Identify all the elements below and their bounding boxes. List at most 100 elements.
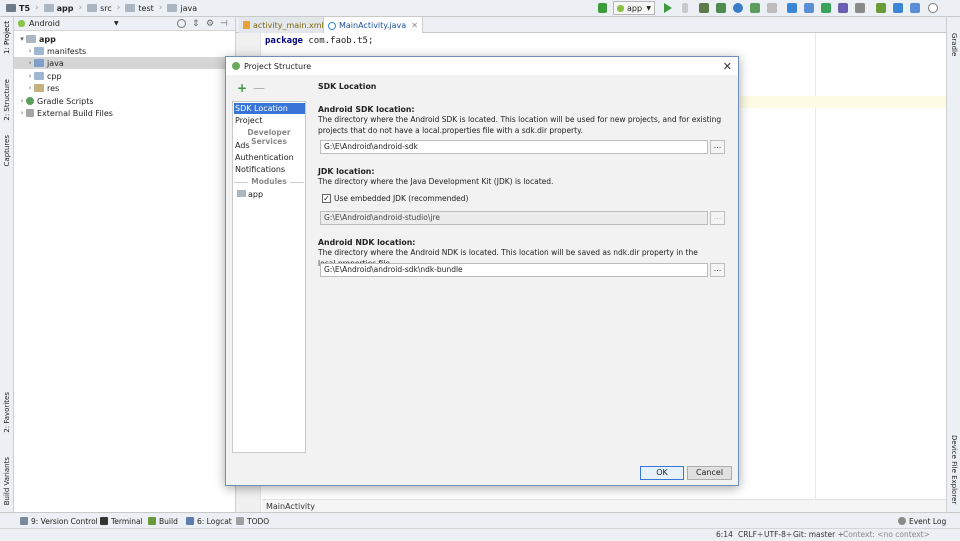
project-view-select[interactable]: Android [29,19,60,28]
folder-icon [34,47,44,55]
terminal-button[interactable]: Terminal [100,513,143,529]
build-variants-tool-tab[interactable]: Build Variants [3,457,11,505]
caret-row-highlight [740,96,946,108]
gradle-tool-tab[interactable]: Gradle [950,33,958,56]
remove-icon[interactable]: — [253,81,265,95]
folder-icon [34,59,44,67]
close-icon[interactable]: ✕ [411,21,418,30]
make-project-icon[interactable] [598,3,607,13]
folder-icon [87,4,98,12]
project-structure-dialog: Project Structure ✕ + — SDK Location Pro… [225,56,739,486]
folder-icon [34,84,44,92]
undo-icon[interactable] [838,3,848,13]
breadcrumb-project[interactable]: T5 [4,0,32,17]
nav-item-authentication[interactable]: Authentication [234,152,305,163]
gear-icon[interactable]: ⚙ [206,19,214,29]
breadcrumb-separator: › [78,3,83,13]
folder-icon [34,72,44,80]
expand-arrow-icon: › [20,109,24,117]
captures-tool-tab[interactable]: Captures [3,135,11,166]
tree-item-java[interactable]: › java [14,57,235,69]
android-studio-icon [232,62,240,70]
event-log-button[interactable]: Event Log [898,513,946,529]
tree-item-cpp[interactable]: › cpp [26,70,62,82]
nav-item-ads[interactable]: Ads [234,140,305,151]
ok-button[interactable]: OK [640,466,684,480]
download-icon[interactable] [910,3,920,13]
dialog-nav-list: SDK Location Project Developer Services … [232,101,306,453]
favorites-tool-tab[interactable]: 2: Favorites [3,392,11,433]
git-branch[interactable]: Git: master ÷ [793,529,844,541]
device-icon[interactable] [893,3,903,13]
folder-icon [125,4,136,12]
coverage-icon[interactable] [750,3,760,13]
build-icon [148,517,156,525]
use-embedded-jdk-checkbox[interactable]: ✓ [322,194,331,203]
jdk-description: The directory where the Java Development… [318,177,554,186]
close-icon[interactable]: ✕ [723,60,732,73]
line-separator[interactable]: CRLF÷ [738,529,763,541]
add-icon[interactable]: + [237,81,247,95]
attach-debugger-icon[interactable] [716,3,726,13]
ndk-path-field[interactable]: G:\E\Android\android-sdk\ndk-bundle [320,263,708,277]
tab-main-activity-java[interactable]: MainActivity.java ✕ [323,17,423,34]
project-tool-tab[interactable]: 1: Project [3,21,11,54]
breadcrumb-test[interactable]: test [123,0,155,17]
sync-icon[interactable] [787,3,797,13]
android-sdk-path-field[interactable]: G:\E\Android\android-sdk [320,140,708,154]
version-control-icon [20,517,28,525]
caret-position[interactable]: 6:14 [716,529,733,541]
debug-icon[interactable] [682,3,688,13]
cancel-button[interactable]: Cancel [687,466,732,480]
use-embedded-jdk-label[interactable]: Use embedded JDK (recommended) [334,194,534,205]
sdk-manager-icon[interactable] [876,3,886,13]
nav-item-notifications[interactable]: Notifications [234,164,305,175]
todo-icon [236,517,244,525]
sync-scroll-icon[interactable] [177,19,186,28]
editor-breadcrumb[interactable]: MainActivity [262,499,946,512]
version-control-button[interactable]: 9: Version Control [20,513,98,529]
tree-item-app[interactable]: ▾ app [18,33,56,45]
tree-item-res[interactable]: › res [26,82,60,94]
nav-item-app-module[interactable]: app [234,189,305,200]
jdk-label: JDK location: [318,167,375,176]
breadcrumb-app[interactable]: app [42,0,76,17]
breadcrumb-java[interactable]: java [165,0,199,17]
logcat-icon [186,517,194,525]
device-file-explorer-tab[interactable]: Device File Explorer [950,435,958,504]
breadcrumb-src[interactable]: src [85,0,114,17]
project-structure-icon[interactable] [804,3,814,13]
android-sdk-browse-button[interactable]: ... [710,140,725,154]
expand-arrow-icon: › [28,72,32,80]
ndk-label: Android NDK location: [318,238,416,247]
structure-tool-tab[interactable]: 2: Structure [3,79,11,121]
ndk-browse-button[interactable]: ... [710,263,725,277]
stop-icon[interactable] [767,3,777,13]
build-button[interactable]: Build [148,513,178,529]
nav-item-project[interactable]: Project [234,115,305,126]
todo-button[interactable]: TODO [236,513,269,529]
tool-windows-bar: 9: Version Control Terminal Build 6: Log… [0,512,960,528]
hide-icon[interactable]: ⊣ [220,19,228,29]
nav-section-modules: Modules [233,177,305,186]
dialog-title: Project Structure [244,61,312,71]
left-tool-strip: 1: Project 2: Structure Captures 2: Favo… [0,17,14,512]
run-configuration-select[interactable]: app ▼ [613,1,655,15]
search-icon[interactable] [928,3,938,13]
file-encoding[interactable]: UTF-8÷ [764,529,792,541]
class-icon [328,21,336,30]
profile-icon[interactable] [733,3,743,13]
xml-file-icon [243,21,250,29]
context-indicator: Context: <no context> [843,530,930,539]
tree-item-external-build-files[interactable]: › External Build Files [18,107,113,119]
debug-app-icon[interactable] [699,3,709,13]
avd-manager-icon[interactable] [821,3,831,13]
run-icon[interactable] [664,3,672,13]
nav-item-sdk-location[interactable]: SDK Location [234,103,305,114]
tree-item-manifests[interactable]: › manifests [26,45,87,57]
layout-inspector-icon[interactable] [855,3,865,13]
tree-item-gradle-scripts[interactable]: › Gradle Scripts [18,95,94,107]
collapse-icon[interactable]: ⇕ [192,19,200,29]
expand-arrow-icon: › [28,59,32,67]
logcat-button[interactable]: 6: Logcat [186,513,232,529]
